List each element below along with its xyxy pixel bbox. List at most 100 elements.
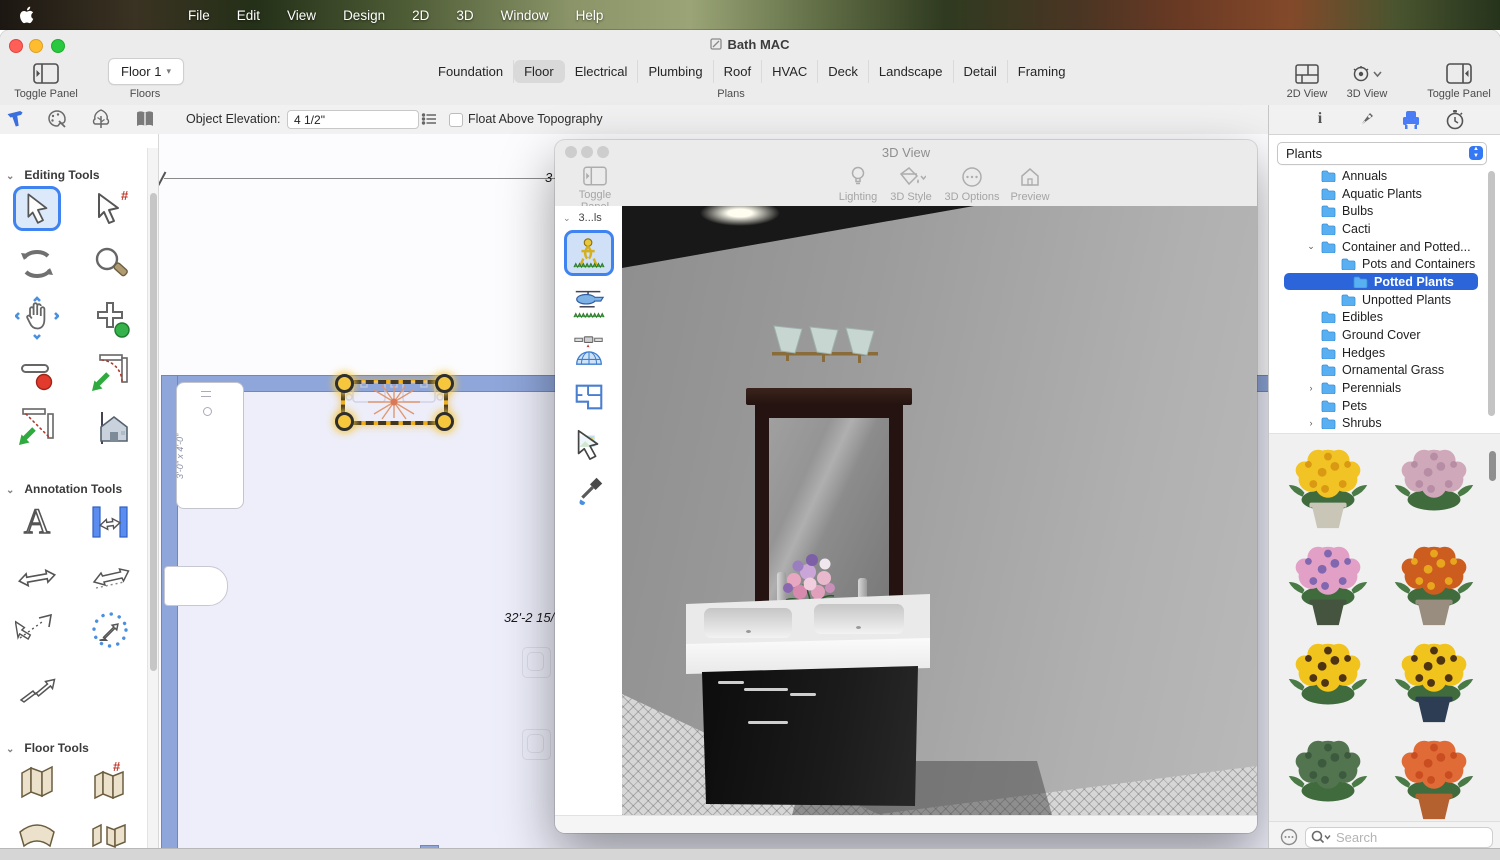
tool-floor-plan-view[interactable] [567,377,611,417]
tool-interior-dimension[interactable] [87,500,133,543]
3d-view-button[interactable] [1350,66,1382,82]
library-tree-item[interactable]: Potted Plants [1269,273,1493,291]
tool-selected-edit[interactable]: # [87,186,133,229]
plan-tab[interactable]: Foundation [428,60,514,83]
2d-view-button[interactable] [1295,64,1319,84]
thumbnails-scrollbar-thumb[interactable] [1489,451,1496,481]
plan-tab[interactable]: Deck [818,60,869,83]
toilet-outline[interactable] [522,647,551,678]
lighting-button[interactable]: Lighting [833,166,883,203]
plan-tab[interactable]: Electrical [565,60,639,83]
tool-eyedropper[interactable] [567,471,611,511]
menu-item[interactable]: File [188,8,210,23]
tool-chamfer-corner[interactable] [14,404,60,447]
floor-tools-header[interactable]: ⌄Floor Tools [6,741,156,755]
toilet-outline[interactable] [522,729,551,760]
search-input[interactable] [1305,827,1493,848]
selection-handle[interactable] [335,412,354,431]
float-above-topography-checkbox[interactable] [449,113,463,127]
landscaping-tools-icon[interactable] [90,108,112,135]
preview-button[interactable]: Preview [1005,166,1055,203]
selection-handle[interactable] [335,374,354,393]
annotation-pen-icon[interactable] [1357,110,1376,134]
plant-thumbnail[interactable] [1381,630,1487,727]
library-tree-item[interactable]: Aquatic Plants [1269,185,1493,203]
menu-item[interactable]: Edit [237,8,260,23]
plant-thumbnail[interactable] [1275,533,1381,630]
tool-manual-dimension[interactable] [14,554,60,597]
plan-tab[interactable]: Landscape [869,60,954,83]
tool-angular-dimension[interactable] [87,554,133,597]
editing-tools-header[interactable]: ⌄Editing Tools [6,168,156,182]
library-category-select[interactable]: Plants ▲▼ [1277,142,1487,165]
furnishings-icon[interactable] [1401,109,1421,135]
plant-thumbnail[interactable] [1275,727,1381,824]
toggle-panel-left-button[interactable] [33,63,59,84]
elevation-presets-icon[interactable] [421,111,437,132]
info-icon[interactable]: i [1315,110,1325,128]
library-tree-item[interactable]: Ornamental Grass [1269,362,1493,380]
plan-tab[interactable]: Framing [1008,60,1076,83]
menu-item[interactable]: View [287,8,316,23]
tool-add-node[interactable] [87,296,133,339]
tool-walk-through[interactable] [564,230,614,276]
plan-tab[interactable]: Detail [954,60,1008,83]
library-tree-item[interactable]: Unpotted Plants [1269,291,1493,309]
shower-fixture[interactable]: 3'-0" x 4'-0" [176,382,244,509]
tool-select-objects[interactable] [13,186,61,231]
plant-thumbnail[interactable] [1275,630,1381,727]
library-tree-item[interactable]: › Perennials [1269,379,1493,397]
plan-tab[interactable]: Plumbing [638,60,713,83]
design-tools-icon[interactable] [46,108,68,135]
tool-render-select[interactable] [567,424,611,464]
apple-menu-icon[interactable] [20,6,36,24]
door-swing[interactable] [164,566,228,606]
library-tree-item[interactable]: Annuals [1269,167,1493,185]
menu-item[interactable]: 2D [412,8,429,23]
tool-text[interactable]: A [14,500,60,543]
library-tree-item[interactable]: Hedges [1269,344,1493,362]
tool-fillet-corner[interactable] [87,350,133,393]
library-tree-item[interactable]: ⌄ Container and Potted... [1269,238,1493,256]
floor-selector-button[interactable]: Floor 1▾ [108,58,184,85]
tool-helicopter-view[interactable] [567,283,611,323]
library-tree-item[interactable]: Bulbs [1269,202,1493,220]
history-icon[interactable] [1445,109,1465,135]
plant-thumbnail[interactable] [1381,727,1487,824]
library-tree-item[interactable]: Pots and Containers [1269,255,1493,273]
library-tree-item[interactable]: Cacti [1269,220,1493,238]
library-tree-item[interactable]: Ground Cover [1269,326,1493,344]
3d-view-window[interactable]: 3D View Toggle Panel Lighting 3D Style 3… [555,140,1257,833]
plant-thumbnail[interactable] [1275,436,1381,533]
3d-style-button[interactable]: 3D Style [885,166,937,203]
plant-thumbnail[interactable] [1381,533,1487,630]
3d-options-button[interactable]: 3D Options [943,166,1001,203]
build-tools-icon[interactable] [6,108,28,135]
tool-build-floor-number[interactable]: # [87,760,133,803]
tool-leader-line[interactable] [14,662,60,705]
tree-chevron-icon[interactable]: › [1305,383,1317,393]
library-tree-item[interactable]: › Shrubs [1269,415,1493,433]
tree-scrollbar-thumb[interactable] [1488,171,1495,416]
selection-handle[interactable] [435,374,454,393]
library-icon[interactable] [134,108,156,135]
toggle-panel-right-button[interactable] [1446,63,1472,84]
object-elevation-input[interactable] [287,110,419,129]
plant-thumbnail[interactable] [1381,436,1487,533]
tool-rotate[interactable] [14,242,60,285]
palette-scrollbar-thumb[interactable] [150,193,157,671]
tool-orbit-view[interactable] [567,330,611,370]
tool-end-to-end-dimension[interactable] [14,608,60,651]
menu-item[interactable]: Help [576,8,604,23]
tool-pan[interactable] [14,296,60,339]
tool-remove-node[interactable] [14,350,60,393]
tool-reference-display[interactable] [87,404,133,447]
tree-chevron-icon[interactable]: › [1305,418,1317,428]
plan-tab[interactable]: Floor [514,60,565,83]
tool-build-floor[interactable] [14,760,60,803]
3d-viewport[interactable] [622,206,1257,815]
selection-handle[interactable] [435,412,454,431]
annotation-tools-header[interactable]: ⌄Annotation Tools [6,482,156,496]
menu-item[interactable]: Window [501,8,549,23]
tool-point-to-point-move[interactable] [87,608,133,651]
